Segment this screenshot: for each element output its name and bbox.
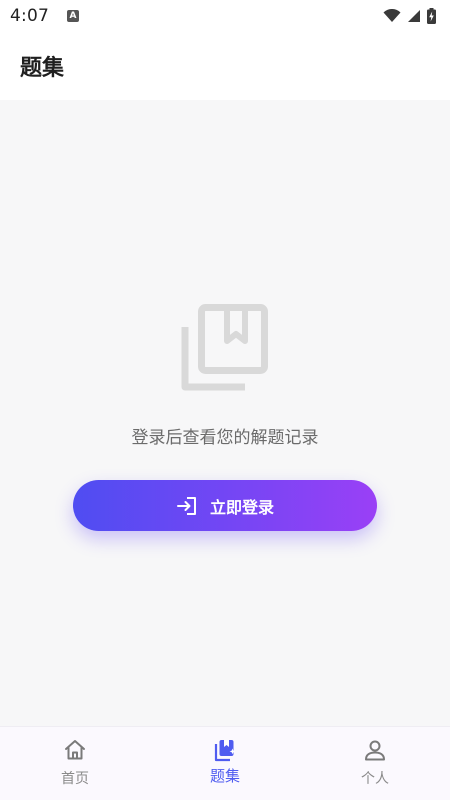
battery-charging-icon — [427, 8, 436, 24]
person-icon — [365, 740, 385, 761]
status-icons — [383, 8, 436, 24]
nav-label-question-set: 题集 — [209, 767, 240, 785]
page-title: 题集 — [20, 56, 65, 81]
nav-label-profile: 个人 — [361, 771, 389, 787]
empty-state-message: 登录后查看您的解题记录 — [131, 428, 319, 448]
login-button-label: 立即登录 — [209, 499, 274, 517]
nav-item-profile[interactable]: 个人 — [300, 727, 450, 800]
book-icon — [181, 304, 268, 391]
screen: 4:07 A 题集 登录后查看您的解题记录 立即登录 首页 题集 个人 — [0, 0, 450, 800]
empty-state: 登录后查看您的解题记录 立即登录 — [0, 100, 450, 726]
status-bar: 4:07 A — [0, 0, 450, 32]
app-header: 题集 — [0, 32, 450, 100]
home-icon — [65, 740, 85, 760]
wifi-icon — [383, 9, 401, 22]
nav-item-home[interactable]: 首页 — [0, 727, 150, 800]
question-set-icon — [214, 740, 236, 762]
login-button[interactable]: 立即登录 — [73, 480, 377, 531]
nav-label-home: 首页 — [61, 771, 89, 787]
signal-icon — [408, 10, 420, 22]
status-time: 4:07 — [10, 6, 49, 26]
nav-item-question-set[interactable]: 题集 — [150, 727, 300, 800]
login-icon — [176, 496, 196, 515]
bottom-nav: 首页 题集 个人 — [0, 726, 450, 800]
app-notification-icon: A — [66, 10, 79, 22]
